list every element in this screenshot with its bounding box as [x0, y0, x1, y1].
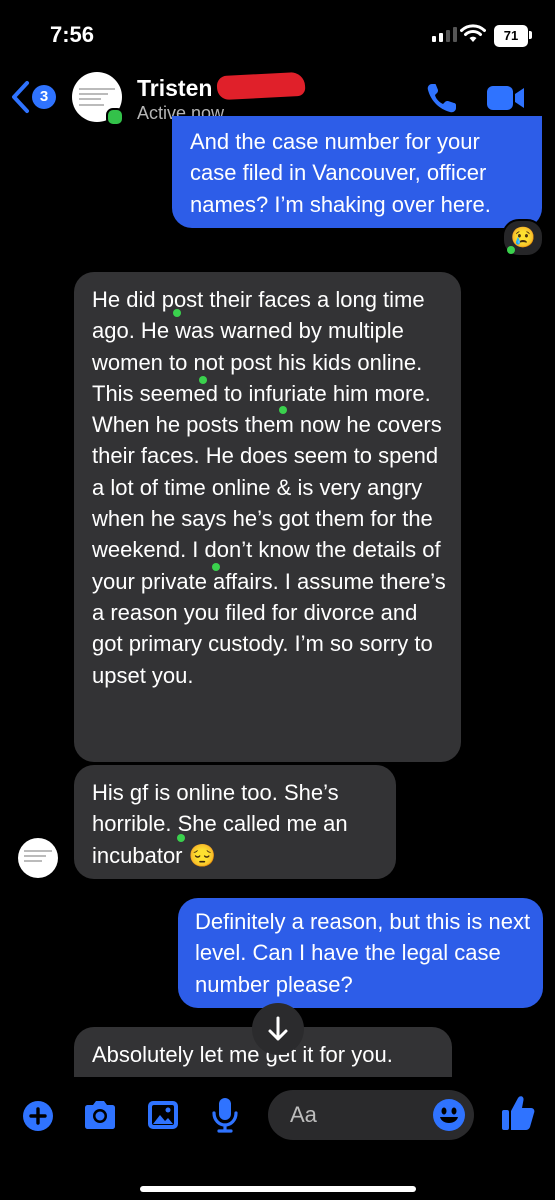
home-indicator — [140, 1186, 416, 1192]
microphone-icon[interactable] — [211, 1096, 239, 1134]
green-dot-mark — [279, 406, 287, 414]
wifi-icon — [460, 24, 486, 42]
message-composer — [0, 1080, 555, 1200]
arrow-down-icon — [268, 1016, 288, 1041]
plus-icon[interactable] — [22, 1100, 54, 1132]
cellular-signal-icon — [432, 27, 457, 42]
incoming-message[interactable]: His gf is online too. She’s horrible. Sh… — [74, 765, 396, 879]
outgoing-message[interactable]: And the case number for your case filed … — [172, 116, 542, 228]
emoji-icon[interactable] — [432, 1098, 466, 1132]
unread-count-badge[interactable]: 3 — [32, 85, 56, 109]
contact-name[interactable]: Tristen — [137, 75, 212, 102]
active-status-dot — [106, 108, 124, 126]
battery-tip — [529, 31, 532, 39]
name-redaction-mark — [216, 71, 306, 101]
camera-icon[interactable] — [82, 1099, 118, 1131]
avatar-image — [79, 88, 115, 109]
scroll-to-bottom-button[interactable] — [252, 1003, 304, 1055]
green-dot-mark — [177, 834, 185, 842]
read-receipt-dot — [507, 246, 515, 254]
sender-avatar[interactable] — [18, 838, 58, 878]
green-dot-mark — [173, 309, 181, 317]
green-dot-mark — [199, 376, 207, 384]
phone-icon[interactable] — [424, 80, 460, 116]
status-time: 7:56 — [50, 22, 95, 47]
photo-icon[interactable] — [146, 1099, 180, 1131]
video-camera-icon[interactable] — [486, 84, 526, 112]
incoming-message[interactable]: He did post their faces a long time ago.… — [74, 272, 461, 762]
outgoing-message[interactable]: Definitely a reason, but this is next le… — [178, 898, 543, 1008]
battery-indicator: 71 — [494, 25, 528, 47]
thumbs-up-icon[interactable] — [500, 1094, 536, 1132]
back-chevron-icon[interactable] — [10, 80, 32, 114]
status-bar: 7:56 71 — [0, 0, 555, 62]
green-dot-mark — [212, 563, 220, 571]
